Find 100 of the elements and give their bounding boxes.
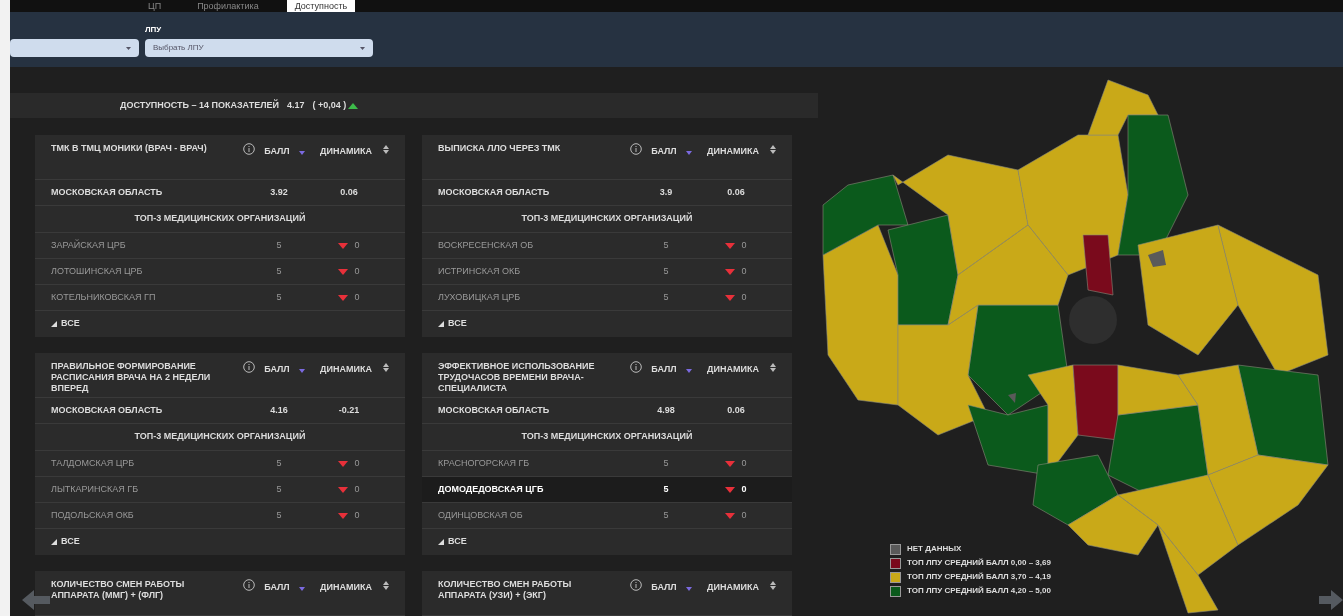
organization-name: ЛЫТКАРИНСКАЯ ГБ [51, 482, 140, 496]
tab[interactable]: ЦП [140, 0, 170, 12]
organization-row[interactable]: ЛЫТКАРИНСКАЯ ГБ 5 0 [35, 477, 405, 503]
top-header: ТОП-3 МЕДИЦИНСКИХ ОРГАНИЗАЦИЙ [521, 212, 693, 226]
organization-name: ТАЛДОМСКАЯ ЦРБ [51, 456, 136, 470]
organization-name: ПОДОЛЬСКАЯ ОКБ [51, 508, 135, 522]
show-all-link[interactable]: ВСЕ [51, 317, 80, 331]
dynamics-header: ДИНАМИКА [319, 145, 373, 158]
right-arrow-icon[interactable] [1319, 590, 1343, 610]
organization-name: КОТЕЛЬНИКОВСКАЯ ГП [51, 290, 157, 304]
region-name: МОСКОВСКАЯ ОБЛАСТЬ [438, 185, 551, 199]
sort-icon[interactable] [383, 363, 389, 372]
sort-icon[interactable] [383, 145, 389, 154]
score-header: БАЛЛ [650, 363, 678, 376]
organization-name: ДОМОДЕДОВСКАЯ ЦГБ [438, 482, 545, 496]
triangle-icon [438, 321, 444, 327]
sort-down-icon[interactable] [686, 369, 692, 373]
dynamics-header: ДИНАМИКА [319, 581, 373, 594]
caret-down-icon [126, 46, 131, 50]
dropdown-field[interactable]: Выбрать ЛПУ [145, 39, 373, 57]
info-icon[interactable] [243, 361, 255, 373]
sort-icon[interactable] [770, 145, 776, 154]
card-title: ВЫПИСКА ЛЛО ЧЕРЕЗ ТМК [438, 143, 562, 154]
dynamics-header: ДИНАМИКА [706, 363, 760, 376]
show-all-link[interactable]: ВСЕ [438, 317, 467, 331]
top-header: ТОП-3 МЕДИЦИНСКИХ ОРГАНИЗАЦИЙ [134, 212, 306, 226]
dynamics-header: ДИНАМИКА [706, 581, 760, 594]
organization-dynamics: 0 [741, 264, 747, 278]
tab[interactable]: Профилактика [189, 0, 267, 12]
organization-score: 5 [275, 238, 283, 252]
organization-row[interactable]: ЛУХОВИЦКАЯ ЦРБ 5 0 [422, 285, 792, 311]
top-header: ТОП-3 МЕДИЦИНСКИХ ОРГАНИЗАЦИЙ [134, 430, 306, 444]
organization-score: 5 [662, 456, 670, 470]
organization-row[interactable]: ДОМОДЕДОВСКАЯ ЦГБ 5 0 [422, 477, 792, 503]
organization-dynamics: 0 [354, 238, 360, 252]
info-icon[interactable] [243, 579, 255, 591]
summary-delta: ( +0,04 ) [312, 98, 347, 112]
show-all-link[interactable]: ВСЕ [51, 535, 80, 549]
organization-name: ЛОТОШИНСКАЯ ЦРБ [51, 264, 144, 278]
legend-label: НЕТ ДАННЫХ [907, 543, 962, 555]
filter-label: ЛПУ [145, 24, 163, 36]
score-header: БАЛЛ [263, 145, 291, 158]
organization-score: 5 [275, 264, 283, 278]
organization-score: 5 [662, 290, 670, 304]
organization-dynamics: 0 [741, 508, 747, 522]
region-dynamics: 0.06 [726, 185, 746, 199]
triangle-icon [51, 539, 57, 545]
organization-row[interactable]: ИСТРИНСКАЯ ОКБ 5 0 [422, 259, 792, 285]
region-name: МОСКОВСКАЯ ОБЛАСТЬ [438, 403, 551, 417]
organization-name: ЗАРАЙСКАЯ ЦРБ [51, 238, 127, 252]
organization-row[interactable]: ТАЛДОМСКАЯ ЦРБ 5 0 [35, 451, 405, 477]
card-title: ЭФФЕКТИВНОЕ ИСПОЛЬЗОВАНИЕ ТРУДОЧАСОВ ВРЕМЕНИ ВРАЧА-СПЕЦИАЛИСТА [438, 361, 596, 394]
organization-dynamics: 0 [741, 290, 747, 304]
sort-down-icon[interactable] [299, 587, 305, 591]
organization-score: 5 [662, 482, 670, 496]
card-title: ТМК В ТМЦ МОНИКИ (ВРАЧ - ВРАЧ) [51, 143, 208, 154]
organization-row[interactable]: ОДИНЦОВСКАЯ ОБ 5 0 [422, 503, 792, 529]
dropdown-field[interactable] [10, 39, 139, 57]
region-name: МОСКОВСКАЯ ОБЛАСТЬ [51, 403, 164, 417]
organization-row[interactable]: КОТЕЛЬНИКОВСКАЯ ГП 5 0 [35, 285, 405, 311]
sort-down-icon[interactable] [299, 369, 305, 373]
legend-label: ТОП ЛПУ СРЕДНИЙ БАЛЛ 3,70 – 4,19 [907, 571, 1051, 583]
organization-row[interactable]: ЗАРАЙСКАЯ ЦРБ 5 0 [35, 233, 405, 259]
info-icon[interactable] [630, 579, 642, 591]
sort-down-icon[interactable] [299, 151, 305, 155]
organization-dynamics: 0 [741, 482, 747, 496]
legend-label: ТОП ЛПУ СРЕДНИЙ БАЛЛ 4,20 – 5,00 [907, 585, 1051, 597]
region-dynamics: -0.21 [337, 403, 361, 417]
sort-down-icon[interactable] [686, 587, 692, 591]
card-title: КОЛИЧЕСТВО СМЕН РАБОТЫ АППАРАТА (ММГ) + (ФЛГ) [51, 579, 186, 601]
sort-down-icon[interactable] [686, 151, 692, 155]
region-score: 3.9 [658, 185, 674, 199]
info-icon[interactable] [630, 361, 642, 373]
region-dynamics: 0.06 [726, 403, 746, 417]
sort-icon[interactable] [383, 581, 389, 590]
organization-score: 5 [662, 264, 670, 278]
sort-icon[interactable] [770, 363, 776, 372]
organization-dynamics: 0 [354, 508, 360, 522]
show-all-link[interactable]: ВСЕ [438, 535, 467, 549]
triangle-icon [51, 321, 57, 327]
left-arrow-icon[interactable] [22, 590, 50, 610]
summary-score: 4.17 [286, 98, 305, 112]
score-header: БАЛЛ [263, 363, 291, 376]
organization-score: 5 [275, 290, 283, 304]
region-score: 4.16 [269, 403, 289, 417]
info-icon[interactable] [630, 143, 642, 155]
organization-row[interactable]: ВОСКРЕСЕНСКАЯ ОБ 5 0 [422, 233, 792, 259]
organization-row[interactable]: ЛОТОШИНСКАЯ ЦРБ 5 0 [35, 259, 405, 285]
organization-name: КРАСНОГОРСКАЯ ГБ [438, 456, 531, 470]
organization-score: 5 [662, 508, 670, 522]
tab[interactable]: Доступность [286, 0, 356, 12]
sort-icon[interactable] [770, 581, 776, 590]
region-score: 3.92 [269, 185, 289, 199]
info-icon[interactable] [243, 143, 255, 155]
organization-row[interactable]: ПОДОЛЬСКАЯ ОКБ 5 0 [35, 503, 405, 529]
organization-score: 5 [275, 456, 283, 470]
organization-dynamics: 0 [354, 264, 360, 278]
organization-dynamics: 0 [354, 456, 360, 470]
organization-name: ОДИНЦОВСКАЯ ОБ [438, 508, 524, 522]
summary-title: ДОСТУПНОСТЬ – 14 ПОКАЗАТЕЛЕЙ [120, 98, 279, 112]
